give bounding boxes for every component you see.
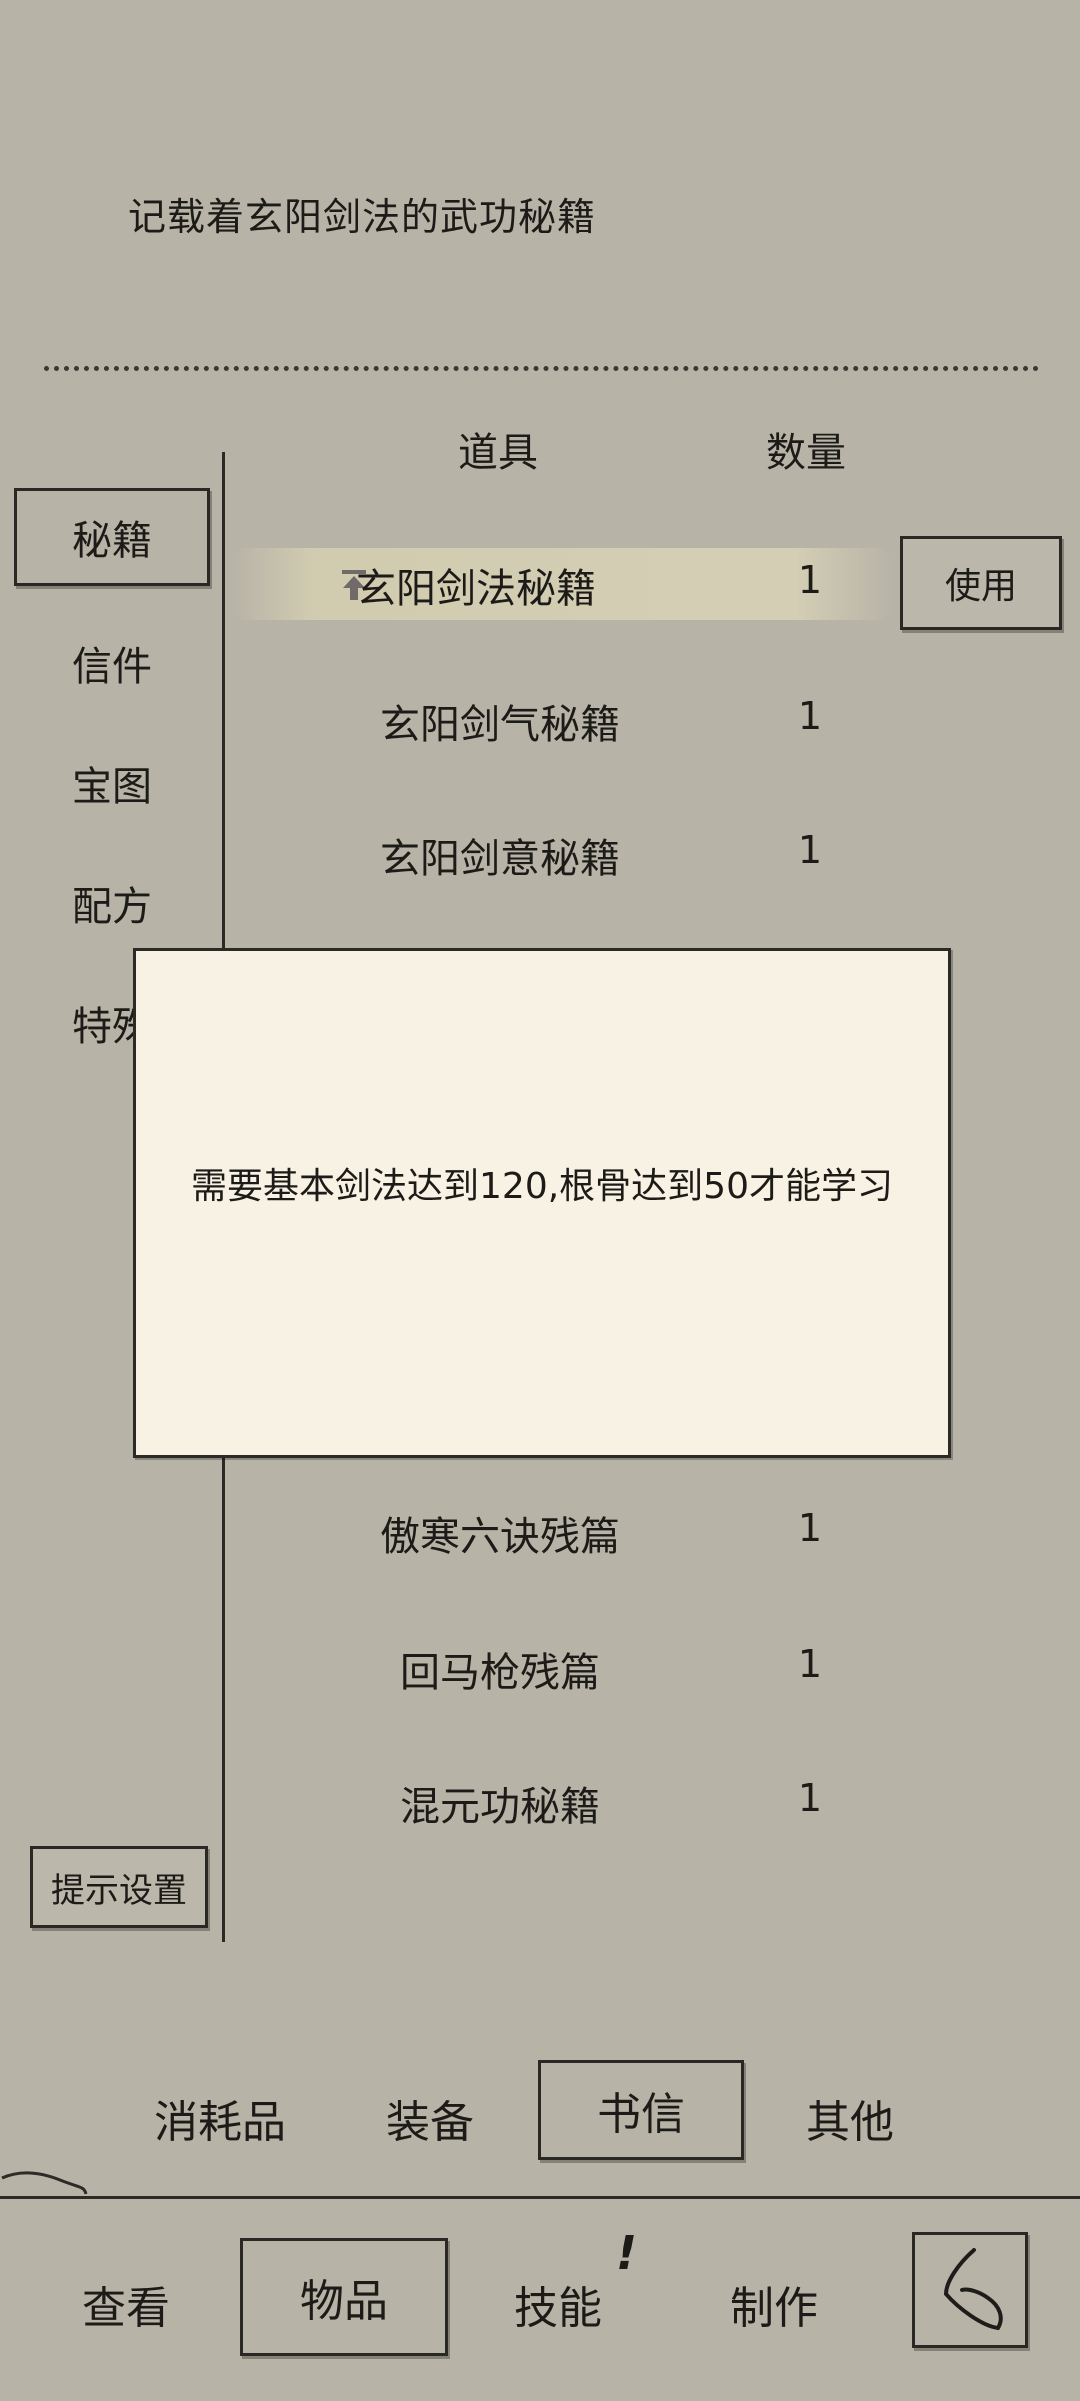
tab-letters[interactable]: 书信 (538, 2060, 744, 2160)
skill-alert-badge: ! (616, 2226, 637, 2280)
item-quantity: 1 (797, 828, 823, 872)
category-letters[interactable]: 信件 (72, 634, 152, 692)
header-quantity: 数量 (766, 430, 846, 476)
nav-items[interactable]: 物品 (240, 2238, 448, 2356)
tab-other[interactable]: 其他 (806, 2086, 894, 2150)
item-quantity: 1 (797, 1776, 823, 1820)
item-name: 玄阳剑意秘籍 (380, 836, 620, 882)
category-recipe[interactable]: 配方 (72, 874, 152, 932)
nav-crafting[interactable]: 制作 (730, 2272, 818, 2336)
item-name: 玄阳剑法秘籍 (356, 566, 596, 612)
requirement-tooltip[interactable]: 需要基本剑法达到120,根骨达到50才能学习 (133, 948, 951, 1458)
item-name: 混元功秘籍 (400, 1784, 600, 1830)
ink-flourish-icon (1, 2171, 88, 2195)
nav-separator (0, 2196, 1080, 2199)
item-quantity: 1 (797, 558, 823, 602)
category-miji[interactable]: 秘籍 (14, 488, 210, 586)
item-name: 回马枪残篇 (400, 1650, 600, 1696)
nav-view[interactable]: 查看 (82, 2272, 170, 2336)
hint-settings-button[interactable]: 提示设置 (30, 1846, 208, 1928)
back-arrow-icon (943, 2248, 1003, 2331)
nav-skills[interactable]: 技能 (514, 2272, 602, 2336)
tooltip-text: 需要基本剑法达到120,根骨达到50才能学习 (191, 1166, 893, 1207)
item-quantity: 1 (797, 1506, 823, 1550)
dotted-divider (44, 366, 1039, 371)
item-quantity: 1 (797, 694, 823, 738)
tab-equipment[interactable]: 装备 (386, 2086, 474, 2150)
use-button[interactable]: 使用 (900, 536, 1062, 630)
header-item: 道具 (458, 430, 538, 476)
back-button[interactable] (912, 2232, 1028, 2348)
category-treasure-map[interactable]: 宝图 (72, 754, 152, 812)
nav-skills-label: 技能 (514, 2283, 602, 2334)
item-name: 玄阳剑气秘籍 (380, 702, 620, 748)
item-quantity: 1 (797, 1642, 823, 1686)
item-description: 记载着玄阳剑法的武功秘籍 (128, 195, 597, 239)
tab-consumables[interactable]: 消耗品 (154, 2086, 286, 2150)
item-name: 傲寒六诀残篇 (380, 1514, 620, 1560)
